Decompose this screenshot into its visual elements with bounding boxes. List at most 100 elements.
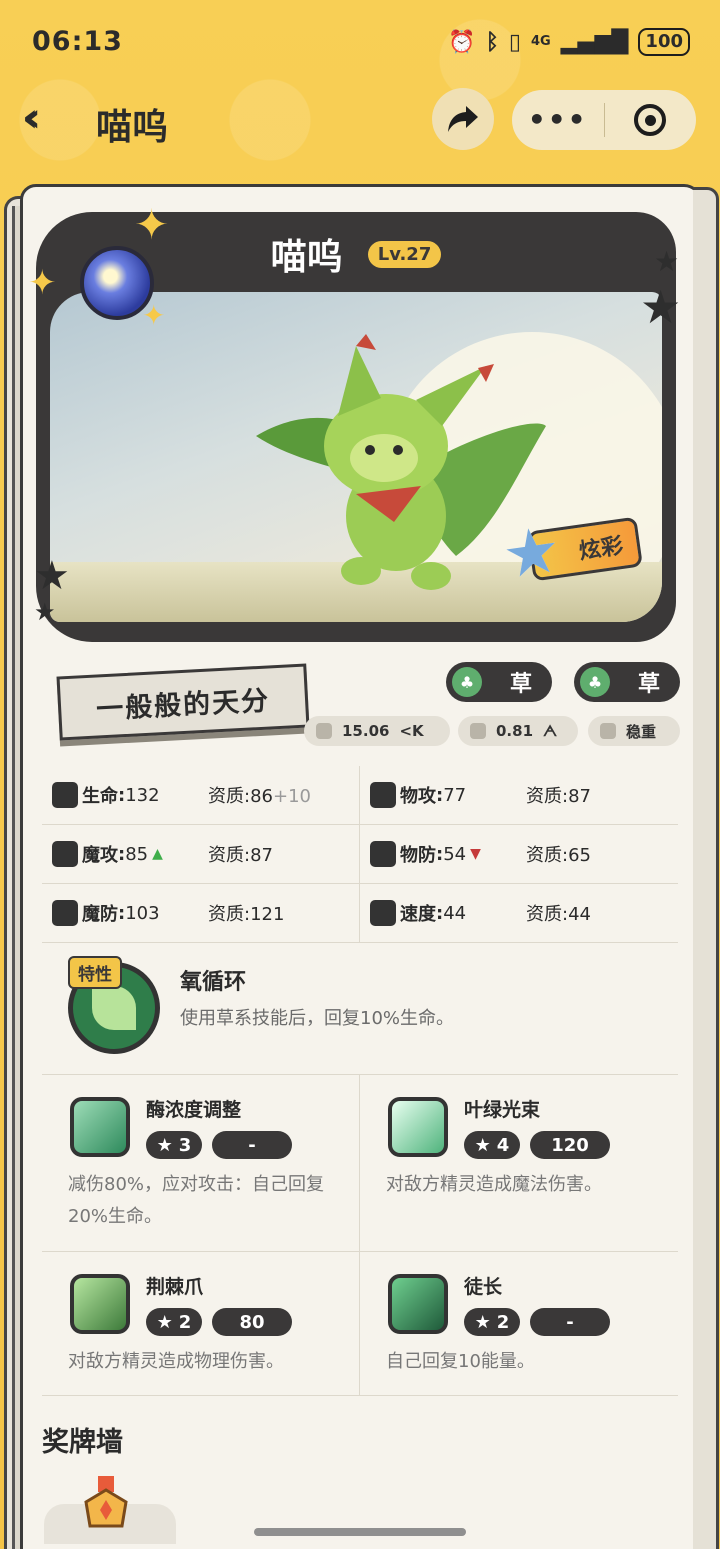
- close-target-button[interactable]: [605, 104, 697, 136]
- skill-cost: 80: [212, 1308, 292, 1336]
- sprout-skill-icon: [388, 1274, 448, 1334]
- stat-cell[interactable]: 物防:54 ▼ 资质:65: [360, 825, 678, 883]
- skills-grid: 酶浓度调整 ★ 3 - 减伤80%，应对攻击：自己回复20%生命。 叶绿光束 ★ 4…: [42, 1074, 678, 1396]
- temperament-value: 稳重: [626, 722, 657, 741]
- network-label: 4G: [531, 34, 551, 49]
- arrow-up-icon: ▲: [152, 846, 163, 862]
- type-label-1: 草: [510, 672, 533, 697]
- skill-star-value: 2: [496, 1311, 510, 1333]
- shiny-label: 炫彩: [577, 533, 625, 565]
- stat-aptitude: 资质:65: [526, 841, 591, 867]
- weight-unit-icon: ᗅ: [543, 722, 558, 740]
- star-deco-icon-large: ★: [640, 280, 682, 334]
- home-indicator[interactable]: [254, 1528, 466, 1536]
- aptitude-label: 资质: [526, 904, 562, 925]
- stat-name: 物防: [400, 845, 436, 866]
- stat-colon: :: [118, 843, 126, 865]
- magic-shield-icon: [52, 900, 78, 926]
- star-icon: ★: [474, 1311, 491, 1333]
- stat-colon: :: [118, 902, 126, 924]
- sparkle-icon: ✦: [134, 200, 170, 249]
- skill-card[interactable]: 荆棘爪 ★ 2 80 对敌方精灵造成物理伤害。: [42, 1252, 360, 1396]
- skill-star-value: 2: [178, 1311, 192, 1333]
- skill-cost: -: [530, 1308, 610, 1336]
- aptitude-value: 44: [568, 904, 591, 925]
- skill-star-badge: ★ 2: [464, 1308, 520, 1336]
- stat-row: 魔防:103 资质:121 速度:44 资质:44: [42, 884, 678, 943]
- status-bar: 06:13 ⏰ ᛒ ▯ 4G ▂▄▆█ 100: [0, 0, 720, 84]
- aptitude-label: 资质: [208, 904, 244, 925]
- star-icon: ★: [156, 1311, 173, 1333]
- more-icon[interactable]: •••: [512, 106, 604, 134]
- weight-value: 0.81: [496, 722, 534, 740]
- type-pill-2[interactable]: ♣ 草: [574, 662, 680, 702]
- type-pill-1[interactable]: ♣ 草: [446, 662, 552, 702]
- weight-icon: [470, 723, 486, 739]
- talent-banner: 一般般的天分: [56, 663, 310, 741]
- aptitude-label: 资质: [208, 786, 244, 807]
- stat-row: 生命:132 资质:86+10 物攻:77 资质:87: [42, 766, 678, 825]
- stat-value: 103: [125, 902, 160, 924]
- height-icon: [316, 723, 332, 739]
- aptitude-value: 87: [250, 845, 273, 866]
- stat-value: 44: [443, 902, 467, 924]
- star-deco-icon-left-small: ★: [34, 598, 56, 626]
- skill-name: 荆棘爪: [146, 1276, 204, 1298]
- stat-aptitude: 资质:121: [208, 900, 284, 926]
- stat-colon: :: [436, 843, 444, 865]
- trait-badge: 特性: [68, 956, 122, 989]
- star-icon: ★: [474, 1134, 491, 1156]
- stat-aptitude: 资质:86+10: [208, 782, 311, 808]
- status-icons: ⏰ ᛒ ▯ 4G ▂▄▆█ 100: [448, 28, 690, 56]
- rainbow-star-icon: ★: [498, 512, 566, 595]
- stat-cell[interactable]: 速度:44 资质:44: [360, 884, 678, 942]
- heart-icon: [52, 782, 78, 808]
- stat-name: 生命: [82, 786, 118, 807]
- aptitude-value: 65: [568, 845, 591, 866]
- star-deco-icon: ★: [654, 245, 680, 278]
- temperament-icon: [600, 723, 616, 739]
- medal-wall-title: 奖牌墙: [42, 1427, 123, 1458]
- star-icon: ★: [156, 1134, 173, 1156]
- stat-cell[interactable]: 生命:132 资质:86+10: [42, 766, 360, 824]
- sparkle-icon-tiny: ✦: [142, 299, 166, 332]
- skill-row: 荆棘爪 ★ 2 80 对敌方精灵造成物理伤害。 徒长 ★ 2 - 自己回复10能量。: [42, 1252, 678, 1396]
- stat-value: 85: [125, 843, 149, 865]
- pet-creature-image: [256, 334, 546, 590]
- grass-type-icon: ♣: [452, 667, 482, 697]
- skill-card[interactable]: 酶浓度调整 ★ 3 - 减伤80%，应对攻击：自己回复20%生命。: [42, 1075, 360, 1252]
- aptitude-label: 资质: [208, 845, 244, 866]
- stat-cell[interactable]: 魔攻:85 ▲ 资质:87: [42, 825, 360, 883]
- skill-cost: -: [212, 1131, 292, 1159]
- skill-star-value: 4: [496, 1134, 510, 1156]
- skill-desc: 自己回复10能量。: [386, 1351, 535, 1372]
- aptitude-label: 资质: [526, 845, 562, 866]
- beam-skill-icon: [388, 1097, 448, 1157]
- skill-name: 徒长: [464, 1276, 503, 1298]
- stat-value: 54: [443, 843, 467, 865]
- skill-card[interactable]: 徒长 ★ 2 - 自己回复10能量。: [360, 1252, 678, 1396]
- stat-aptitude: 资质:44: [526, 900, 591, 926]
- pet-image-area[interactable]: ★ 炫彩: [50, 292, 662, 622]
- trait-desc: 使用草系技能后，回复10%生命。: [180, 1008, 455, 1029]
- page-title: 喵呜: [96, 107, 169, 148]
- aptitude-bonus: +10: [272, 786, 311, 807]
- skill-card[interactable]: 叶绿光束 ★ 4 120 对敌方精灵造成魔法伤害。: [360, 1075, 678, 1252]
- stat-cell[interactable]: 魔防:103 资质:121: [42, 884, 360, 942]
- arrow-down-icon: ▼: [470, 846, 481, 862]
- share-button[interactable]: [432, 88, 494, 150]
- skill-desc: 减伤80%，应对攻击：自己回复20%生命。: [68, 1174, 325, 1227]
- skill-star-badge: ★ 2: [146, 1308, 202, 1336]
- skill-name: 叶绿光束: [464, 1099, 541, 1121]
- aptitude-label: 资质: [526, 786, 562, 807]
- signal-icon: ▂▄▆█: [560, 29, 629, 55]
- level-badge: Lv.27: [367, 240, 442, 268]
- stat-cell[interactable]: 物攻:77 资质:87: [360, 766, 678, 824]
- thorn-claw-skill-icon: [70, 1274, 130, 1334]
- back-icon[interactable]: ‹‹: [22, 98, 41, 138]
- skill-row: 酶浓度调整 ★ 3 - 减伤80%，应对攻击：自己回复20%生命。 叶绿光束 ★ 4…: [42, 1075, 678, 1252]
- card-page-edge: [693, 187, 719, 1549]
- skill-desc: 对敌方精灵造成物理伤害。: [68, 1351, 284, 1372]
- skill-star-badge: ★ 3: [146, 1131, 202, 1159]
- trait-section[interactable]: 特性 氧循环 使用草系技能后，回复10%生命。: [46, 948, 676, 1070]
